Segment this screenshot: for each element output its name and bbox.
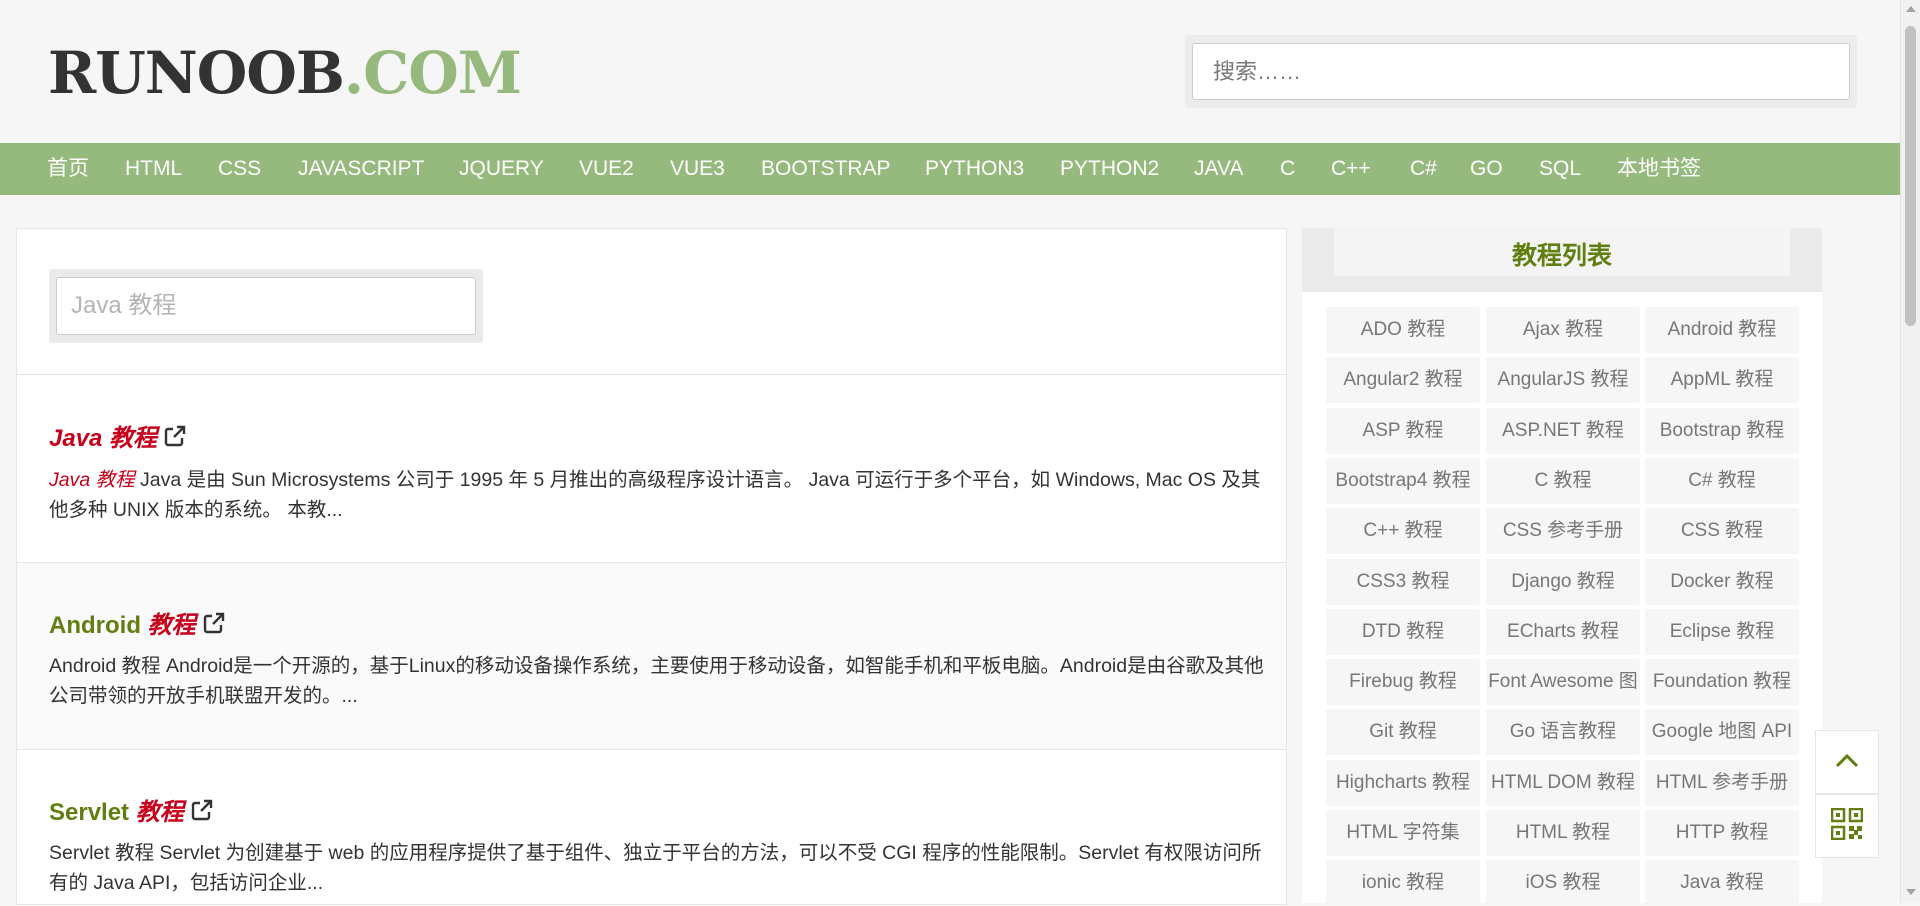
tutorial-tile[interactable]: ADO 教程	[1326, 307, 1480, 353]
tutorial-tile[interactable]: Go 语言教程	[1486, 709, 1640, 755]
qr-code-button[interactable]	[1815, 794, 1879, 858]
scroll-up-arrow[interactable]	[1906, 6, 1916, 12]
tutorial-tile[interactable]: Git 教程	[1326, 709, 1480, 755]
tutorial-tile[interactable]: Eclipse 教程	[1645, 609, 1799, 655]
tutorial-tile[interactable]: DTD 教程	[1326, 609, 1480, 655]
nav-item-c[interactable]: C	[1280, 143, 1295, 195]
sidebar-title: 教程列表	[1511, 242, 1612, 270]
result-description: Java 教程 Java 是由 Sun Microsystems 公司于 199…	[49, 469, 1261, 521]
result-item: Servlet 教程 Servlet 教程 Servlet 为创建基于 web …	[17, 749, 1286, 905]
tutorial-tile[interactable]: HTML 教程	[1486, 810, 1640, 856]
tutorial-tile[interactable]: AppML 教程	[1645, 357, 1799, 403]
nav-item-sql[interactable]: SQL	[1539, 143, 1581, 195]
tutorial-tile[interactable]: Google 地图 API	[1645, 709, 1799, 755]
tutorial-tile[interactable]: AngularJS 教程	[1486, 357, 1640, 403]
tutorial-tile[interactable]: Android 教程	[1645, 307, 1799, 353]
tutorial-tile[interactable]: C++ 教程	[1326, 508, 1480, 554]
tutorial-filter-box	[49, 269, 483, 343]
nav-item-home[interactable]: 首页	[47, 143, 89, 195]
tutorial-tile[interactable]: C# 教程	[1645, 458, 1799, 504]
nav-item-javascript[interactable]: JAVASCRIPT	[298, 143, 424, 195]
result-description: Android 教程 Android是一个开源的，基于Linux的移动设备操作系…	[49, 655, 1264, 707]
nav-item-cpp[interactable]: C++	[1331, 143, 1371, 195]
chevron-up-icon	[1834, 751, 1860, 774]
logo-accent: .COM	[343, 39, 522, 107]
result-item: Android 教程 Android 教程 Android是一个开源的，基于Li…	[17, 562, 1286, 750]
nav-item-bookmarks[interactable]: 本地书签	[1617, 143, 1701, 195]
tutorial-tile[interactable]: Highcharts 教程	[1326, 760, 1480, 806]
external-link-icon	[202, 611, 226, 642]
nav-item-csharp[interactable]: C#	[1410, 143, 1437, 195]
nav-item-vue3[interactable]: VUE3	[670, 143, 725, 195]
tutorial-tile[interactable]: CSS3 教程	[1326, 559, 1480, 605]
nav-item-java[interactable]: JAVA	[1194, 143, 1243, 195]
tutorial-tile[interactable]: C 教程	[1486, 458, 1640, 504]
qr-code-icon	[1830, 807, 1864, 845]
tutorial-filter-input[interactable]	[56, 277, 476, 335]
site-logo[interactable]: RUNOOB.COM	[48, 39, 522, 107]
site-header: RUNOOB.COM	[0, 0, 1900, 143]
tutorial-tile[interactable]: Firebug 教程	[1326, 659, 1480, 705]
tutorial-tile[interactable]: CSS 参考手册	[1486, 508, 1640, 554]
nav-item-bootstrap[interactable]: BOOTSTRAP	[761, 143, 891, 195]
tutorial-tile[interactable]: Django 教程	[1486, 559, 1640, 605]
nav-item-python2[interactable]: PYTHON2	[1060, 143, 1159, 195]
tutorial-list-sidebar: 教程列表 ADO 教程 Ajax 教程 Android 教程 Angular2 教程 A…	[1302, 228, 1822, 906]
result-title-link[interactable]: Android 教程	[49, 605, 226, 642]
back-to-top-button[interactable]	[1815, 730, 1879, 794]
tutorial-tile[interactable]: ASP.NET 教程	[1486, 408, 1640, 454]
site-search-input[interactable]	[1192, 43, 1850, 100]
nav-item-go[interactable]: GO	[1470, 143, 1503, 195]
result-title-link[interactable]: Servlet 教程	[49, 792, 214, 829]
tutorial-tile[interactable]: ECharts 教程	[1486, 609, 1640, 655]
tutorial-tile[interactable]: Bootstrap 教程	[1645, 408, 1799, 454]
tutorial-tile[interactable]: Angular2 教程	[1326, 357, 1480, 403]
tutorial-tile[interactable]: HTTP 教程	[1645, 810, 1799, 856]
tutorial-tile[interactable]: Font Awesome 图	[1486, 659, 1640, 705]
tutorial-tile[interactable]: CSS 教程	[1645, 508, 1799, 554]
tutorial-tile[interactable]: iOS 教程	[1486, 860, 1640, 906]
tutorial-tile[interactable]: Bootstrap4 教程	[1326, 458, 1480, 504]
tutorial-tile[interactable]: HTML 字符集	[1326, 810, 1480, 856]
nav-item-css[interactable]: CSS	[218, 143, 261, 195]
external-link-icon	[163, 424, 187, 455]
nav-item-jquery[interactable]: JQUERY	[459, 143, 544, 195]
tutorial-tile[interactable]: ASP 教程	[1326, 408, 1480, 454]
tutorial-tile[interactable]: Foundation 教程	[1645, 659, 1799, 705]
nav-item-html[interactable]: HTML	[125, 143, 182, 195]
tutorial-tile[interactable]: HTML DOM 教程	[1486, 760, 1640, 806]
page-scrollbar[interactable]	[1900, 0, 1920, 903]
tutorial-tile[interactable]: HTML 参考手册	[1645, 760, 1799, 806]
scrollbar-thumb[interactable]	[1905, 26, 1916, 326]
result-title-link[interactable]: Java 教程	[49, 418, 187, 455]
tutorial-tile[interactable]: ionic 教程	[1326, 860, 1480, 906]
result-item: Java 教程 Java 教程 Java 是由 Sun Microsystems…	[17, 374, 1286, 563]
sidebar-header: 教程列表	[1302, 228, 1822, 292]
scroll-down-arrow[interactable]	[1906, 889, 1916, 895]
site-search-box	[1185, 35, 1857, 108]
search-results-panel: Java 教程 Java 教程 Java 是由 Sun Microsystems…	[16, 228, 1287, 905]
logo-main: RUNOOB	[48, 39, 345, 107]
external-link-icon	[190, 798, 214, 829]
tutorial-tile[interactable]: Docker 教程	[1645, 559, 1799, 605]
tutorial-tile[interactable]: Java 教程	[1645, 860, 1799, 906]
nav-item-python3[interactable]: PYTHON3	[925, 143, 1024, 195]
nav-item-vue2[interactable]: VUE2	[579, 143, 634, 195]
main-nav: 首页 HTML CSS JAVASCRIPT JQUERY VUE2 VUE3 …	[0, 143, 1900, 195]
tutorial-tile[interactable]: Ajax 教程	[1486, 307, 1640, 353]
result-description: Servlet 教程 Servlet 为创建基于 web 的应用程序提供了基于组…	[49, 842, 1262, 894]
